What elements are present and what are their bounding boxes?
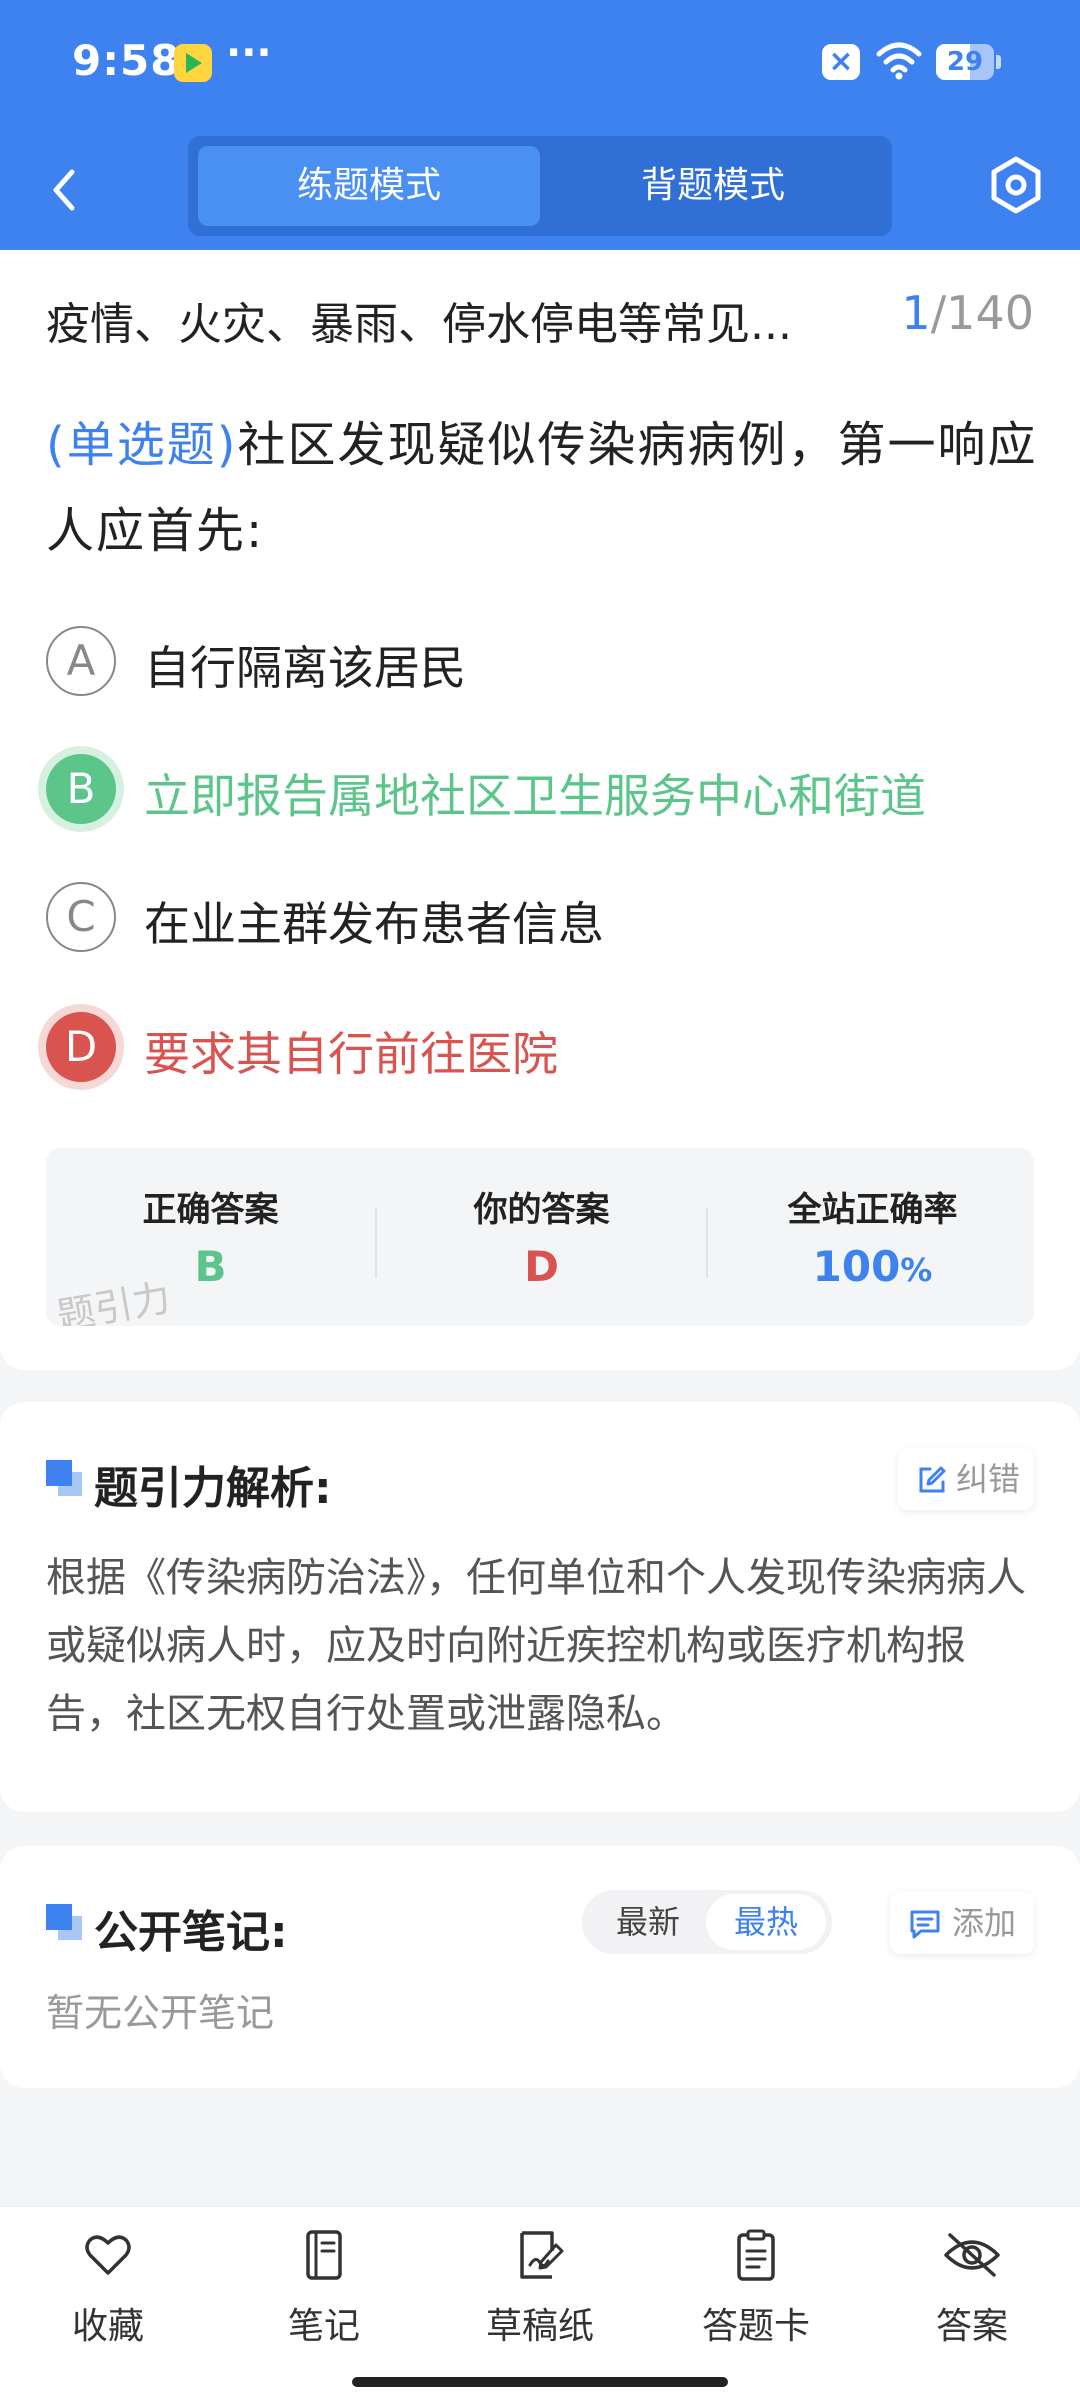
report-error-label: 纠错: [956, 1460, 1021, 1498]
wifi-icon: [876, 42, 922, 80]
option-c-text: 在业主群发布患者信息: [144, 897, 604, 951]
eye-off-icon: [944, 2233, 1000, 2277]
option-d-text: 要求其自行前往医院: [144, 1027, 558, 1081]
show-answer-label: 答案: [935, 2306, 1008, 2347]
bottom-toolbar: 收藏 笔记 草稿纸 答题卡 答案: [0, 2206, 1080, 2401]
total-questions: /140: [930, 286, 1034, 340]
home-indicator[interactable]: [352, 2377, 728, 2387]
status-bar: 9:58 ··· × 29: [0, 0, 1080, 130]
favorite-label: 收藏: [71, 2306, 144, 2347]
battery-icon: 29: [936, 44, 1001, 80]
option-d[interactable]: D 要求其自行前往医院: [46, 1006, 1046, 1086]
mode-switch: 练题模式 背题模式: [188, 136, 892, 236]
analysis-text: 根据《传染病防治法》，任何单位和个人发现传染病病人或疑似病人时，应及时向附近疾控…: [46, 1555, 1026, 1737]
accuracy-rate-label: 全站正确率: [787, 1190, 958, 1230]
app-notification-icon: [174, 44, 212, 82]
your-answer-value: D: [524, 1242, 559, 1291]
section-marker-icon: [46, 1460, 82, 1496]
question-counter[interactable]: 1/140: [901, 286, 1034, 340]
favorite-button[interactable]: 收藏: [28, 2227, 188, 2377]
battery-level: 29: [946, 47, 984, 77]
sort-hot-option[interactable]: 最热: [706, 1894, 826, 1950]
option-b[interactable]: B 立即报告属地社区卫生服务中心和街道: [46, 748, 1046, 828]
header: 练题模式 背题模式: [0, 130, 1080, 250]
comment-icon: [910, 1910, 940, 1939]
option-c[interactable]: C 在业主群发布患者信息: [46, 876, 1046, 956]
option-a[interactable]: [46, 401, 1046, 481]
edit-icon: [919, 1466, 946, 1493]
current-question-number: 1: [901, 286, 931, 340]
tab-practice-mode[interactable]: 练题模式: [198, 146, 540, 226]
answer-sheet-icon: [737, 2229, 775, 2281]
accuracy-rate-value: 100%: [708, 1242, 1034, 1291]
tab-memorize-mode[interactable]: 背题模式: [542, 146, 884, 226]
show-answer-button[interactable]: 答案: [892, 2227, 1052, 2377]
answer-sheet-button[interactable]: 答题卡: [676, 2227, 836, 2377]
section-marker-icon: [46, 1904, 82, 1940]
add-note-label: 添加: [952, 1904, 1017, 1942]
add-note-button[interactable]: 添加: [890, 1892, 1034, 1954]
sort-latest-option[interactable]: 最新: [588, 1894, 708, 1950]
notebook-icon: [306, 2230, 342, 2280]
correct-answer-label: 正确答案: [142, 1190, 279, 1230]
option-a[interactable]: A 自行隔离该居民: [46, 620, 1046, 700]
notes-card: 公开笔记: 最新 最热 添加 暂无公开笔记: [0, 1846, 1080, 2088]
notes-label: 笔记: [287, 2306, 360, 2347]
notes-button[interactable]: 笔记: [244, 2227, 404, 2377]
option-b-letter: B: [46, 754, 116, 824]
back-icon[interactable]: [40, 160, 90, 220]
analysis-card: 题引力解析: 纠错 根据《传染病防治法》，任何单位和个人发现传染病病人或疑似病人…: [0, 1402, 1080, 1812]
heart-icon: [85, 2235, 131, 2275]
analysis-title: 题引力解析:: [94, 1463, 332, 1514]
option-c-letter: C: [46, 882, 116, 952]
more-notifications-icon: ···: [226, 30, 272, 76]
notes-title: 公开笔记:: [94, 1907, 288, 1958]
option-d-letter: D: [46, 1012, 116, 1082]
accuracy-rate-number: 100: [812, 1242, 901, 1291]
draft-paper-button[interactable]: 草稿纸: [460, 2227, 620, 2377]
accuracy-rate-unit: %: [900, 1251, 933, 1289]
answer-sheet-label: 答题卡: [701, 2306, 810, 2347]
draft-paper-label: 草稿纸: [485, 2306, 594, 2347]
topic-bar: 疫情、火灾、暴雨、停水停电等常见... 1/140: [0, 250, 1080, 382]
your-answer-label: 你的答案: [473, 1190, 610, 1230]
option-b-text: 立即报告属地社区卫生服务中心和街道: [144, 769, 926, 823]
no-sim-icon: ×: [822, 44, 860, 80]
option-a-text: 自行隔离该居民: [144, 641, 466, 695]
topic-title: 疫情、火灾、暴雨、停水停电等常见...: [46, 299, 792, 350]
report-error-button[interactable]: 纠错: [898, 1448, 1034, 1510]
option-a-letter: A: [46, 626, 116, 696]
status-time: 9:58: [72, 36, 181, 85]
answer-summary: 正确答案 B 你的答案 D 全站正确率 100% 题引力: [46, 1148, 1034, 1326]
draft-paper-icon: [520, 2231, 564, 2279]
settings-icon[interactable]: [988, 154, 1044, 216]
notes-sort-toggle: 最新 最热: [582, 1890, 832, 1954]
no-notes-text: 暂无公开笔记: [46, 1991, 275, 2035]
